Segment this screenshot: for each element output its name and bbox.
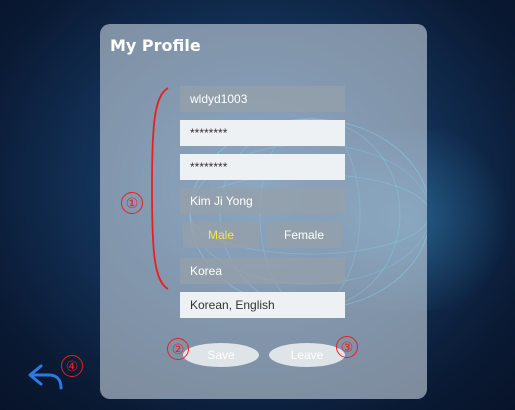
annotation-marker-2: ② [167,338,189,360]
annotation-bracket [151,87,169,290]
password-confirm-field[interactable]: ******** [180,154,345,180]
back-arrow-icon[interactable] [27,362,65,392]
password-field[interactable]: ******** [180,120,345,146]
user-id-field[interactable]: wldyd1003 [180,86,345,112]
languages-field[interactable]: Korean, English [180,292,345,318]
country-field[interactable]: Korea [180,258,345,284]
annotation-marker-1: ① [121,192,143,214]
page-title: My Profile [110,36,201,55]
gender-female-button[interactable]: Female [266,222,342,248]
leave-button[interactable]: Leave [269,343,345,367]
name-field[interactable]: Kim Ji Yong [180,188,345,214]
annotation-marker-3: ③ [336,336,358,358]
save-button[interactable]: Save [183,343,259,367]
gender-male-button[interactable]: Male [183,222,259,248]
